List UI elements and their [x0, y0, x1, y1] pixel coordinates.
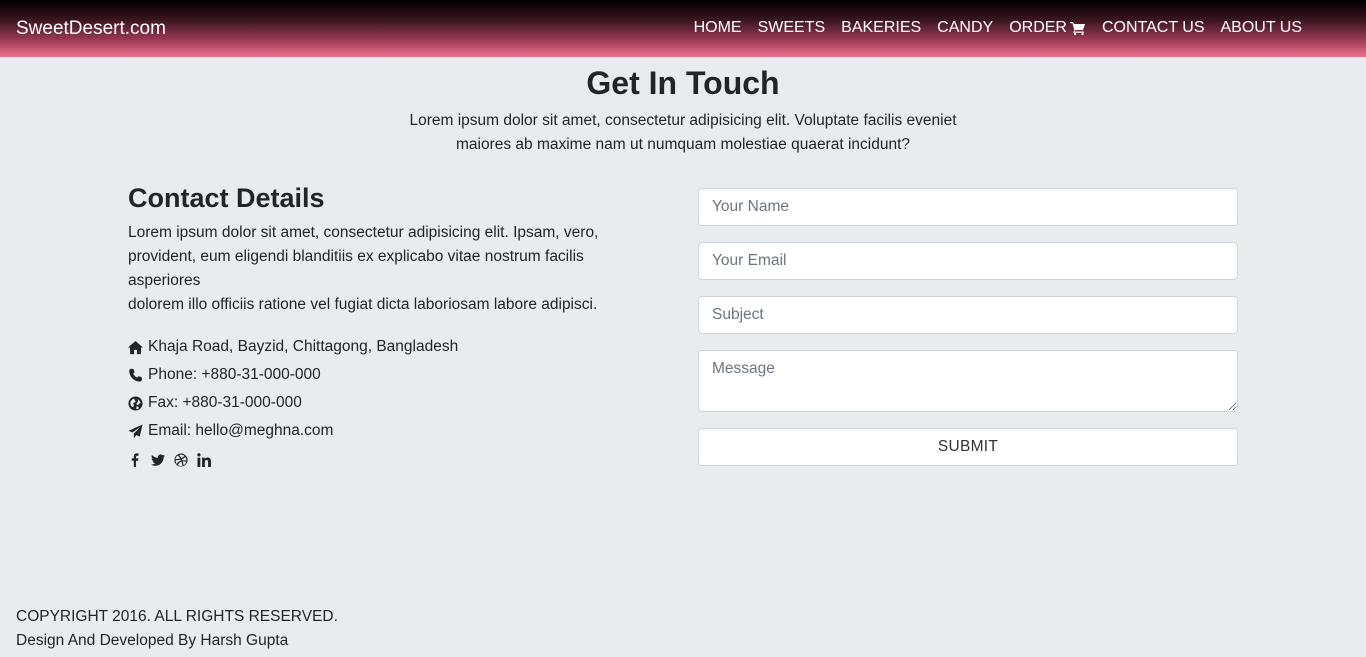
nav-sweets-link[interactable]: SWEETS: [758, 17, 826, 39]
page-title: Get In Touch: [586, 65, 780, 101]
subject-input[interactable]: [698, 296, 1238, 334]
address-text: Khaja Road, Bayzid, Chittagong, Banglade…: [148, 338, 459, 355]
twitter-link[interactable]: [151, 453, 165, 467]
nav-candy-link[interactable]: CANDY: [937, 17, 993, 39]
facebook-icon: [131, 453, 139, 467]
details-line: provident, eum eligendi blanditiis ex ex…: [128, 248, 584, 265]
fax-row: Fax: +880-31-000-000: [128, 389, 628, 417]
nav-contact-link[interactable]: CONTACT US: [1102, 17, 1205, 39]
home-icon: [128, 340, 143, 354]
phone-icon: [129, 368, 142, 381]
nav-home-link[interactable]: HOME: [694, 17, 742, 39]
intro-line: maiores ab maxime nam ut numquam molesti…: [455, 136, 911, 153]
email-row: Email: hello@meghna.com: [128, 417, 628, 445]
linkedin-icon: [197, 453, 211, 467]
submit-button[interactable]: SUBMIT: [698, 428, 1238, 466]
social-links: [128, 453, 628, 467]
intro-text: Lorem ipsum dolor sit amet, consectetur …: [383, 109, 983, 157]
facebook-link[interactable]: [128, 453, 142, 467]
contact-details-title: Contact Details: [128, 183, 325, 213]
fax-text: Fax: +880-31-000-000: [148, 394, 302, 411]
paper-plane-icon: [128, 423, 143, 438]
credit-text: Design And Developed By Harsh Gupta: [16, 632, 289, 649]
navbar: SweetDesert.com HOME SWEETS BAKERIES CAN…: [0, 0, 1366, 57]
globe-icon: [128, 395, 143, 411]
name-input[interactable]: [698, 188, 1238, 226]
nav-order-link[interactable]: ORDER: [1009, 17, 1086, 39]
phone-text: Phone: +880-31-000-000: [148, 366, 321, 383]
details-line: dolorem illo officiis ratione vel fugiat…: [128, 296, 598, 313]
copyright-text: COPYRIGHT 2016. ALL RIGHTS RESERVED.: [16, 608, 338, 625]
dribbble-link[interactable]: [174, 453, 188, 467]
shopping-cart-icon: [1069, 22, 1085, 35]
phone-row: Phone: +880-31-000-000: [128, 361, 628, 389]
details-line: Lorem ipsum dolor sit amet, consectetur …: [128, 224, 599, 241]
message-textarea[interactable]: [698, 350, 1238, 412]
nav-order-label: ORDER: [1009, 19, 1067, 36]
contact-details-section: Contact Details Lorem ipsum dolor sit am…: [128, 180, 628, 467]
email-text: Email: hello@meghna.com: [148, 422, 334, 439]
intro-line: Lorem ipsum dolor sit amet, consectetur …: [409, 112, 957, 129]
nav-bakeries-link[interactable]: BAKERIES: [841, 17, 921, 39]
footer: COPYRIGHT 2016. ALL RIGHTS RESERVED. Des…: [16, 605, 338, 653]
contact-form: SUBMIT: [698, 188, 1238, 466]
linkedin-link[interactable]: [197, 453, 211, 467]
contact-details-text: Lorem ipsum dolor sit amet, consectetur …: [128, 221, 628, 317]
email-input[interactable]: [698, 242, 1238, 280]
details-line: asperiores: [128, 272, 201, 289]
brand-logo-text[interactable]: SweetDesert.com: [16, 17, 166, 41]
contact-info-list: Khaja Road, Bayzid, Chittagong, Banglade…: [128, 333, 628, 445]
dribbble-icon: [174, 453, 188, 467]
address-row: Khaja Road, Bayzid, Chittagong, Banglade…: [128, 333, 628, 361]
twitter-icon: [151, 454, 165, 466]
nav-menu: HOME SWEETS BAKERIES CANDY ORDER CONTACT…: [694, 17, 1302, 39]
nav-about-link[interactable]: ABOUT US: [1221, 17, 1303, 39]
